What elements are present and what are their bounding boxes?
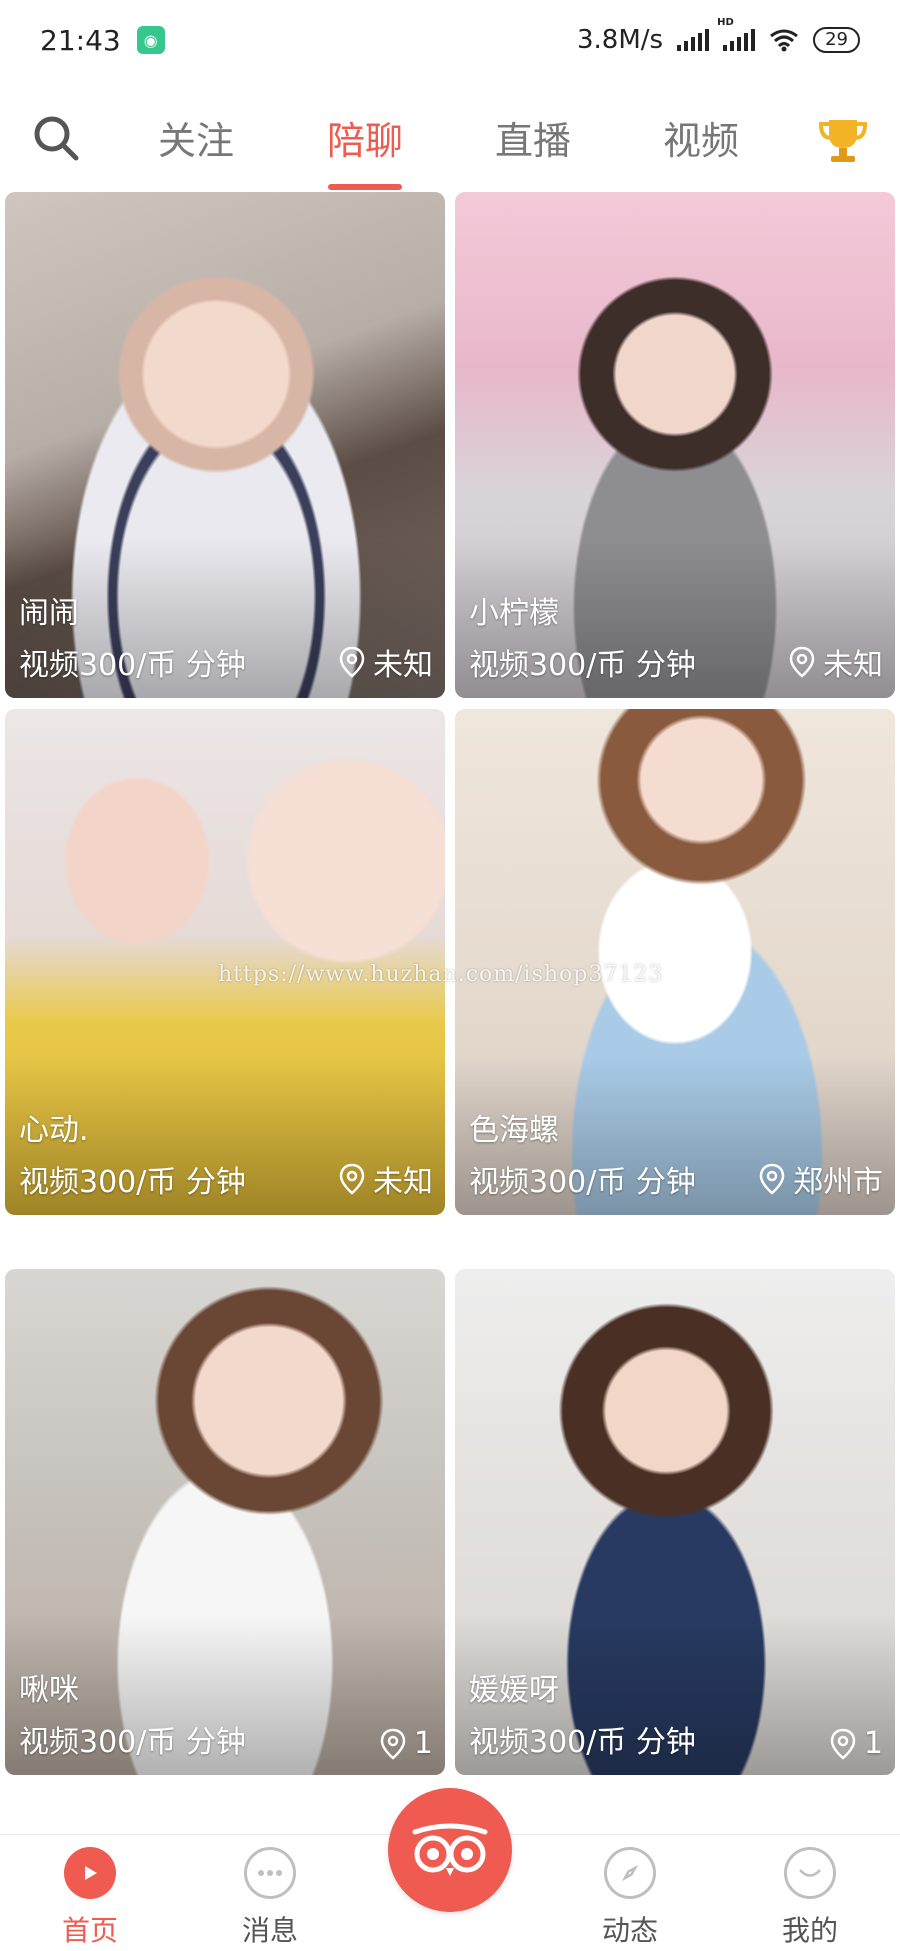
- profile-price: 视频300/币 分钟: [469, 1725, 696, 1760]
- owl-icon: [412, 1823, 488, 1876]
- owl-center-button[interactable]: [388, 1788, 512, 1912]
- tab-video[interactable]: 视频: [641, 110, 761, 165]
- profile-price: 视频300/币 分钟: [469, 1165, 696, 1200]
- profile-card[interactable]: 媛媛呀 视频300/币 分钟 1: [455, 1269, 895, 1775]
- network-speed: 3.8M/s: [577, 25, 664, 55]
- profile-name: 心动.: [19, 1113, 89, 1148]
- location-text: 郑州市: [793, 1165, 883, 1200]
- location-pin-icon: [759, 1163, 785, 1195]
- profile-name: 小柠檬: [469, 596, 559, 631]
- status-bar: 21:43 ◉ 3.8M/s HD 29: [0, 0, 900, 80]
- profile-price: 视频300/币 分钟: [19, 648, 246, 683]
- compass-icon: [604, 1847, 656, 1899]
- location-text: 1: [863, 1726, 883, 1761]
- nav-profile[interactable]: 我的: [750, 1835, 870, 1951]
- location-pin-icon: [339, 1163, 365, 1195]
- chat-bubble-icon: [244, 1847, 296, 1899]
- trophy-icon[interactable]: [815, 112, 871, 168]
- profile-name: 啾咪: [19, 1673, 79, 1708]
- location-text: 未知: [823, 648, 883, 683]
- tab-bar: 关注 陪聊 直播 视频: [0, 96, 900, 192]
- location-text: 1: [413, 1726, 433, 1761]
- profile-name: 色海螺: [469, 1113, 559, 1148]
- profile-price: 视频300/币 分钟: [19, 1725, 246, 1760]
- location-text: 未知: [373, 1165, 433, 1200]
- location-text: 未知: [373, 648, 433, 683]
- profile-smile-icon: [784, 1847, 836, 1899]
- nav-home-label: 首页: [61, 1914, 118, 1947]
- profile-location: 未知: [339, 1157, 433, 1201]
- tab-chat[interactable]: 陪聊: [305, 110, 425, 165]
- status-time: 21:43: [40, 23, 121, 57]
- location-pin-icon: [380, 1728, 406, 1760]
- tab-follow[interactable]: 关注: [136, 110, 256, 165]
- home-play-icon: [64, 1847, 116, 1899]
- location-pin-icon: [789, 646, 815, 678]
- active-tab-indicator: [328, 184, 402, 190]
- watermark: https://www.huzhan.com/ishop37123: [218, 962, 664, 987]
- profile-price: 视频300/币 分钟: [19, 1165, 246, 1200]
- profile-card[interactable]: 啾咪 视频300/币 分钟 1: [5, 1269, 445, 1775]
- profile-location: 未知: [789, 640, 883, 684]
- nav-moments-label: 动态: [601, 1914, 658, 1947]
- nav-messages-label: 消息: [241, 1914, 298, 1947]
- profile-location: 未知: [339, 640, 433, 684]
- location-pin-icon: [830, 1728, 856, 1760]
- profile-grid: 闹闹 视频300/币 分钟 未知 小柠檬 视频300/币 分钟 未知 心动. 视…: [0, 192, 900, 1822]
- profile-location: 郑州市: [759, 1157, 883, 1201]
- profile-price: 视频300/币 分钟: [469, 648, 696, 683]
- signal-hd-icon: HD: [717, 17, 756, 51]
- profile-location: 1: [380, 1726, 433, 1761]
- nav-home[interactable]: 首页: [30, 1835, 150, 1951]
- location-pin-icon: [339, 646, 365, 678]
- tab-live[interactable]: 直播: [473, 110, 593, 165]
- wifi-icon: [770, 29, 799, 52]
- nav-moments[interactable]: 动态: [570, 1835, 690, 1951]
- profile-name: 媛媛呀: [469, 1673, 559, 1708]
- battery-indicator: 29: [813, 27, 860, 53]
- status-right: 3.8M/s HD 29: [577, 17, 860, 55]
- profile-location: 1: [830, 1726, 883, 1761]
- app-notification-icon: ◉: [136, 26, 165, 54]
- top-nav: 关注 陪聊 直播 视频: [0, 96, 900, 192]
- profile-card[interactable]: 闹闹 视频300/币 分钟 未知: [5, 192, 445, 698]
- hd-label: HD: [717, 17, 734, 28]
- status-left: 21:43 ◉: [40, 24, 165, 57]
- nav-profile-label: 我的: [781, 1914, 838, 1947]
- profile-name: 闹闹: [19, 596, 79, 631]
- nav-messages[interactable]: 消息: [210, 1835, 330, 1951]
- signal-icon: [677, 29, 710, 51]
- profile-card[interactable]: 小柠檬 视频300/币 分钟 未知: [455, 192, 895, 698]
